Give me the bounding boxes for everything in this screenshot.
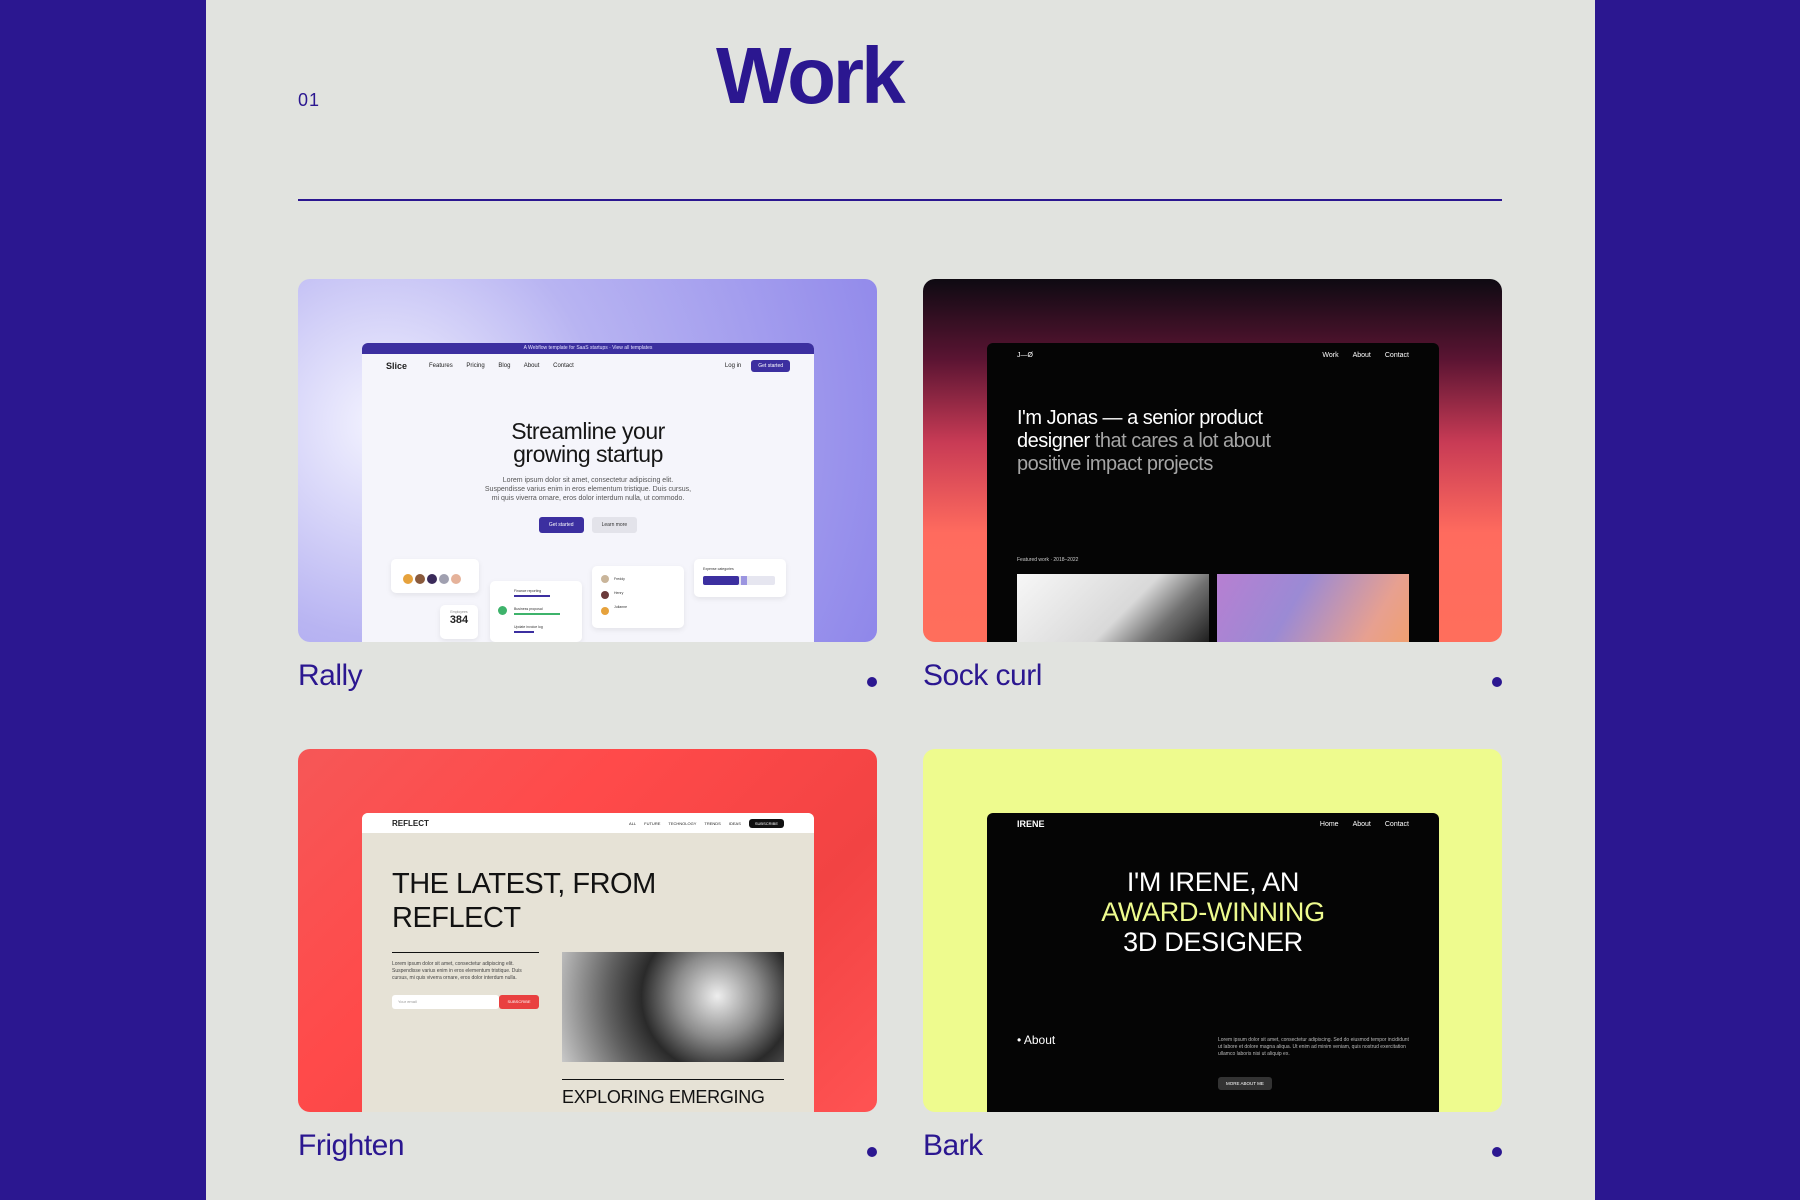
preview-cta-primary: Get started <box>538 517 584 533</box>
preview-logo: Slice <box>386 361 408 371</box>
preview-avatars-card <box>391 559 479 593</box>
preview-headline: I'm Jonas — a senior product designer th… <box>1017 407 1271 475</box>
project-title[interactable]: Rally <box>298 659 363 693</box>
preview-nav-item: FUTURE <box>644 820 661 826</box>
project-thumbnail[interactable]: A Webflow template for SaaS startups · V… <box>298 279 877 642</box>
project-title[interactable]: Bark <box>923 1129 983 1163</box>
preview-logo: REFLECT <box>392 818 429 828</box>
preview-body: Lorem ipsum dolor sit amet, consectetur … <box>1218 1037 1409 1057</box>
project-title[interactable]: Sock curl <box>923 659 1042 693</box>
preview-more-button: MORE ABOUT ME <box>1218 1077 1272 1090</box>
preview-logo: J—Ø <box>1017 351 1033 359</box>
preview-nav-item: About <box>523 363 540 369</box>
preview-nav-item: Pricing <box>466 363 485 369</box>
preview-nav-item: TECHNOLOGY <box>668 820 697 826</box>
preview-people-card: Freddy Henry Julianne <box>592 566 684 628</box>
project-card-bark[interactable]: IRENE Home About Contact I'M IRENE, AN A… <box>923 749 1502 1162</box>
preview-nav-item: Blog <box>498 363 511 369</box>
project-card-rally[interactable]: A Webflow template for SaaS startups · V… <box>298 279 877 692</box>
project-title[interactable]: Frighten <box>298 1129 405 1163</box>
preview-headline: Streamline your growing startup <box>511 418 665 467</box>
preview-banner: A Webflow template for SaaS startups · V… <box>362 343 814 354</box>
preview-divider <box>562 1079 784 1080</box>
preview-nav-item: IDEAS <box>728 820 741 826</box>
preview-featured-image <box>1017 574 1209 642</box>
preview-article-image <box>562 952 784 1062</box>
dot-icon <box>867 677 877 687</box>
preview-stat-card: Employees 384 <box>440 605 478 639</box>
preview-tasks-card: Finance reporting Business proposal Upda… <box>490 581 582 642</box>
preview-body: Lorem ipsum dolor sit amet, consectetur … <box>392 961 522 981</box>
preview-nav-item: Work <box>1322 351 1339 359</box>
preview-nav-item: About <box>1352 820 1371 828</box>
preview-subscribe-button: SUBSCRIBE <box>499 995 539 1009</box>
preview-ctas: Get started Learn more <box>362 517 814 533</box>
project-card-frighten[interactable]: REFLECT ALL FUTURE TECHNOLOGY TRENDS IDE… <box>298 749 877 1162</box>
preview-subscribe-nav: SUBSCRIBE <box>748 818 784 828</box>
preview-nav-item: About <box>1352 351 1371 359</box>
preview-mockup: J—Ø Work About Contact I'm Jonas — a sen… <box>987 343 1439 642</box>
preview-divider <box>392 952 539 953</box>
preview-nav-item: Features <box>429 363 453 369</box>
preview-nav-item: Contact <box>1384 351 1409 359</box>
preview-mockup: IRENE Home About Contact I'M IRENE, AN A… <box>987 813 1439 1112</box>
project-thumbnail[interactable]: IRENE Home About Contact I'M IRENE, AN A… <box>923 749 1502 1112</box>
dot-icon <box>867 1147 877 1157</box>
preview-nav: Slice Features Pricing Blog About Contac… <box>362 354 814 378</box>
preview-nav-item: Home <box>1319 820 1339 828</box>
preview-nav: REFLECT ALL FUTURE TECHNOLOGY TRENDS IDE… <box>362 813 814 833</box>
preview-about-label: • About <box>1017 1033 1056 1047</box>
preview-mockup: REFLECT ALL FUTURE TECHNOLOGY TRENDS IDE… <box>362 813 814 1112</box>
preview-body: Lorem ipsum dolor sit amet, consectetur … <box>484 477 692 502</box>
project-card-sock-curl[interactable]: J—Ø Work About Contact I'm Jonas — a sen… <box>923 279 1502 692</box>
preview-nav: J—Ø Work About Contact <box>987 343 1439 367</box>
dot-icon <box>1492 677 1502 687</box>
preview-featured-image <box>1217 574 1409 642</box>
preview-expense-card: Expense categories <box>694 559 786 597</box>
dot-icon <box>1492 1147 1502 1157</box>
preview-logo: IRENE <box>1017 819 1045 829</box>
preview-headline: I'M IRENE, AN AWARD-WINNING 3D DESIGNER <box>1101 867 1325 957</box>
preview-nav-item: Contact <box>1384 820 1409 828</box>
project-thumbnail[interactable]: J—Ø Work About Contact I'm Jonas — a sen… <box>923 279 1502 642</box>
preview-article-title: EXPLORING EMERGING <box>562 1087 765 1107</box>
preview-get-started: Get started <box>751 360 790 372</box>
section-divider <box>298 199 1502 201</box>
section-title: Work <box>716 31 906 120</box>
preview-nav-item: Contact <box>553 363 574 369</box>
preview-cta-secondary: Learn more <box>591 517 638 533</box>
preview-login: Log in <box>724 363 742 369</box>
project-thumbnail[interactable]: REFLECT ALL FUTURE TECHNOLOGY TRENDS IDE… <box>298 749 877 1112</box>
preview-nav-item: TRENDS <box>704 820 721 826</box>
preview-headline: THE LATEST, FROM REFLECT <box>392 868 656 934</box>
preview-mockup: A Webflow template for SaaS startups · V… <box>362 343 814 642</box>
section-number: 01 <box>298 90 321 110</box>
preview-featured-label: Featured work · 2018–2022 <box>1017 557 1079 563</box>
preview-nav: IRENE Home About Contact <box>987 813 1439 835</box>
preview-email-field: Your email <box>392 995 499 1009</box>
preview-nav-item: ALL <box>629 820 637 826</box>
work-page: 01 Work A Webflow template for SaaS star… <box>206 0 1595 1200</box>
